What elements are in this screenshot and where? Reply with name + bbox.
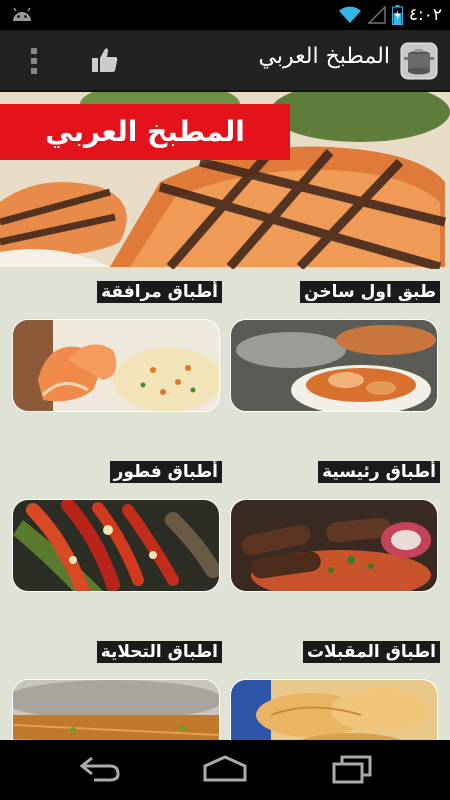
category-label: اطباق المقبلات (302, 641, 440, 663)
category-label: اطباق التحلاية (96, 641, 222, 663)
category-label: أطباق رئيسية (318, 461, 440, 483)
action-bar: المطبخ العربي (0, 30, 450, 92)
category-image[interactable] (12, 319, 220, 412)
status-bar: ٤:٠٢ (0, 0, 450, 30)
category-image[interactable] (230, 319, 438, 412)
hero-banner: المطبخ العربي (0, 92, 450, 269)
wifi-icon (338, 6, 361, 23)
category-image[interactable] (12, 499, 220, 592)
back-icon[interactable] (78, 754, 122, 784)
status-time: ٤:٠٢ (408, 5, 442, 25)
category-side-dishes[interactable]: أطباق مرافقة (12, 269, 222, 419)
category-label: طبق اول ساخن (300, 281, 440, 303)
status-icons: ٤:٠٢ (338, 4, 442, 26)
banner-title: المطبخ العربي (0, 104, 290, 160)
category-hot-starters[interactable]: طبق اول ساخن (230, 269, 440, 419)
category-label: أطباق فطور (109, 461, 222, 483)
app-logo-icon[interactable] (400, 42, 438, 80)
android-icon (13, 7, 31, 21)
battery-icon (391, 5, 403, 25)
thumbs-up-icon[interactable] (90, 46, 120, 74)
category-breakfast[interactable]: أطباق فطور (12, 449, 222, 599)
category-label: أطباق مرافقة (97, 281, 222, 303)
navigation-bar (0, 740, 450, 800)
overflow-menu-icon[interactable] (26, 46, 42, 76)
signal-icon (367, 6, 386, 24)
recent-apps-icon[interactable] (330, 754, 374, 784)
category-main-dishes[interactable]: أطباق رئيسية (230, 449, 440, 599)
home-icon[interactable] (202, 754, 248, 784)
app-title: المطبخ العربي (258, 44, 390, 69)
category-image[interactable] (230, 499, 438, 592)
